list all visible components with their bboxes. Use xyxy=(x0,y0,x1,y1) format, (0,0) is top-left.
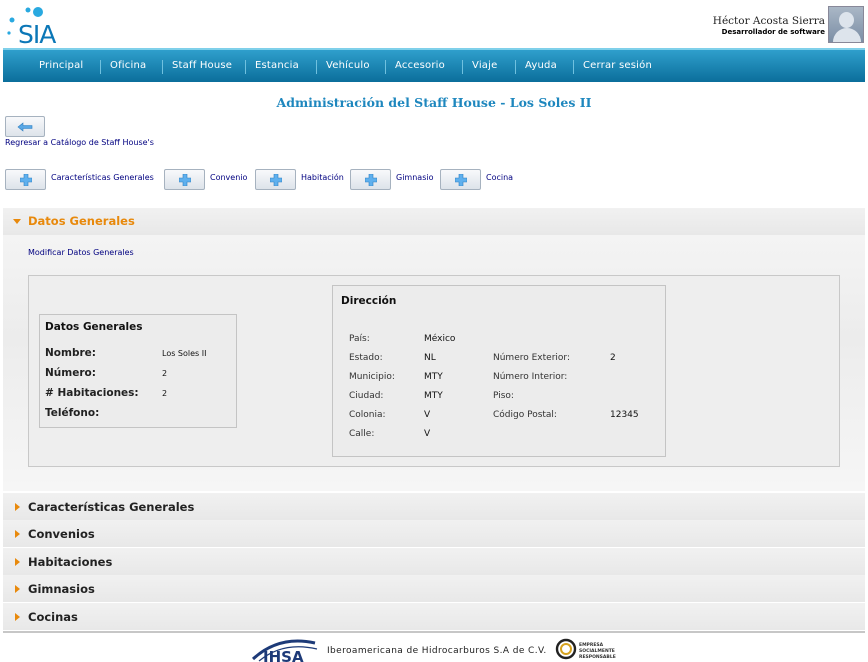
add-cocina-button[interactable] xyxy=(440,169,481,190)
field-label-nombre: Nombre: xyxy=(45,347,96,359)
value-calle: V xyxy=(424,429,431,439)
add-habitacion-label[interactable]: Habitación xyxy=(301,173,344,182)
accordion-title: Gimnasios xyxy=(28,582,95,596)
user-box: Héctor Acosta Sierra Desarrollador de so… xyxy=(713,6,864,44)
svg-text:RESPONSABLE: RESPONSABLE xyxy=(579,654,616,660)
nav-item-principal[interactable]: Principal xyxy=(39,50,83,82)
accordion-title: Cocinas xyxy=(28,610,78,624)
plus-icon xyxy=(178,173,191,186)
arrow-left-icon xyxy=(17,121,33,132)
nav-item-oficina[interactable]: Oficina xyxy=(110,50,146,82)
app-header: SIA Héctor Acosta Sierra Desarrollador d… xyxy=(0,0,868,49)
collapsed-arrow-icon xyxy=(15,503,20,511)
add-convenio-button[interactable] xyxy=(164,169,205,190)
back-link[interactable]: Regresar a Catálogo de Staff House's xyxy=(5,138,154,147)
value-colonia: V xyxy=(424,410,431,420)
field-label-telefono: Teléfono: xyxy=(45,407,100,419)
collapsed-arrow-icon xyxy=(15,585,20,593)
plus-icon xyxy=(19,173,32,186)
user-role: Desarrollador de software xyxy=(721,28,825,36)
field-label-numero: Número: xyxy=(45,367,96,379)
footer: IHSA Iberoamericana de Hidrocarburos S.A… xyxy=(3,631,865,662)
add-cocina-label[interactable]: Cocina xyxy=(486,173,513,182)
collapsed-arrow-icon xyxy=(15,530,20,538)
plus-icon xyxy=(269,173,282,186)
value-codigo-postal: 12345 xyxy=(610,410,639,420)
value-municipio: MTY xyxy=(424,372,443,382)
nav-item-staff-house[interactable]: Staff House xyxy=(172,50,232,82)
back-button[interactable] xyxy=(5,116,45,137)
direccion-box: Dirección País: México Estado: NL Munici… xyxy=(332,285,666,457)
add-caracteristicas-button[interactable] xyxy=(5,169,46,190)
accordion-datos-generales[interactable]: Datos Generales xyxy=(3,208,865,235)
accordion-caracteristicas-generales[interactable]: Características Generales xyxy=(3,493,865,520)
label-numero-interior: Número Interior: xyxy=(493,372,568,382)
collapsed-arrow-icon xyxy=(15,613,20,621)
user-name: Héctor Acosta Sierra xyxy=(712,15,825,27)
value-pais: México xyxy=(424,334,456,344)
accordion-cocinas[interactable]: Cocinas xyxy=(3,603,865,630)
nav-item-estancia[interactable]: Estancia xyxy=(255,50,299,82)
esr-logo-icon: EMPRESA SOCIALMENTE RESPONSABLE xyxy=(555,638,616,660)
nav-item-accesorio[interactable]: Accesorio xyxy=(395,50,445,82)
nav-item-viaje[interactable]: Viaje xyxy=(472,50,497,82)
logo-text: SIA xyxy=(18,20,56,49)
add-gimnasio-button[interactable] xyxy=(350,169,391,190)
plus-icon xyxy=(364,173,377,186)
ihsa-logo-icon: IHSA xyxy=(251,639,318,662)
label-piso: Piso: xyxy=(493,391,514,401)
sia-logo[interactable]: SIA xyxy=(4,6,74,49)
accordion-convenios[interactable]: Convenios xyxy=(3,520,865,547)
main-nav: Principal Oficina Staff House Estancia V… xyxy=(3,48,865,82)
field-value-habitaciones: 2 xyxy=(162,389,168,398)
company-name: Iberoamericana de Hidrocarburos S.A de C… xyxy=(327,646,547,656)
accordion-title: Características Generales xyxy=(28,500,195,514)
add-gimnasio-label[interactable]: Gimnasio xyxy=(396,173,433,182)
svg-text:SOCIALMENTE: SOCIALMENTE xyxy=(579,648,615,654)
accordion-title: Habitaciones xyxy=(28,555,113,569)
label-ciudad: Ciudad: xyxy=(349,391,384,401)
modify-datos-generales-link[interactable]: Modificar Datos Generales xyxy=(28,248,134,257)
label-pais: País: xyxy=(349,334,370,344)
label-estado: Estado: xyxy=(349,353,383,363)
label-calle: Calle: xyxy=(349,429,375,439)
add-caracteristicas-label[interactable]: Características Generales xyxy=(51,173,154,182)
svg-text:EMPRESA: EMPRESA xyxy=(579,642,604,648)
field-value-numero: 2 xyxy=(162,369,168,378)
label-numero-exterior: Número Exterior: xyxy=(493,353,570,363)
plus-icon xyxy=(454,173,467,186)
label-codigo-postal: Código Postal: xyxy=(493,410,557,420)
collapsed-arrow-icon xyxy=(15,558,20,566)
value-estado: NL xyxy=(424,353,436,363)
accordion-title: Convenios xyxy=(28,527,95,541)
nav-item-ayuda[interactable]: Ayuda xyxy=(525,50,557,82)
field-value-nombre: Los Soles II xyxy=(162,349,207,358)
add-convenio-label[interactable]: Convenio xyxy=(210,173,247,182)
page-title: Administración del Staff House - Los Sol… xyxy=(276,95,592,110)
direccion-title: Dirección xyxy=(341,295,397,307)
avatar[interactable] xyxy=(828,6,864,43)
datos-generales-box: Datos Generales Nombre: Los Soles II Núm… xyxy=(39,314,237,428)
label-colonia: Colonia: xyxy=(349,410,386,420)
accordion-title: Datos Generales xyxy=(28,214,135,228)
box-title: Datos Generales xyxy=(45,321,143,333)
accordion-gimnasios[interactable]: Gimnasios xyxy=(3,575,865,602)
add-habitacion-button[interactable] xyxy=(255,169,296,190)
accordion-habitaciones[interactable]: Habitaciones xyxy=(3,548,865,575)
label-municipio: Municipio: xyxy=(349,372,395,382)
nav-item-cerrar-sesion[interactable]: Cerrar sesión xyxy=(583,50,652,82)
value-ciudad: MTY xyxy=(424,391,443,401)
expanded-arrow-icon xyxy=(13,219,21,224)
value-numero-exterior: 2 xyxy=(610,353,616,363)
nav-item-vehiculo[interactable]: Vehículo xyxy=(326,50,370,82)
field-label-habitaciones: # Habitaciones: xyxy=(45,387,139,399)
